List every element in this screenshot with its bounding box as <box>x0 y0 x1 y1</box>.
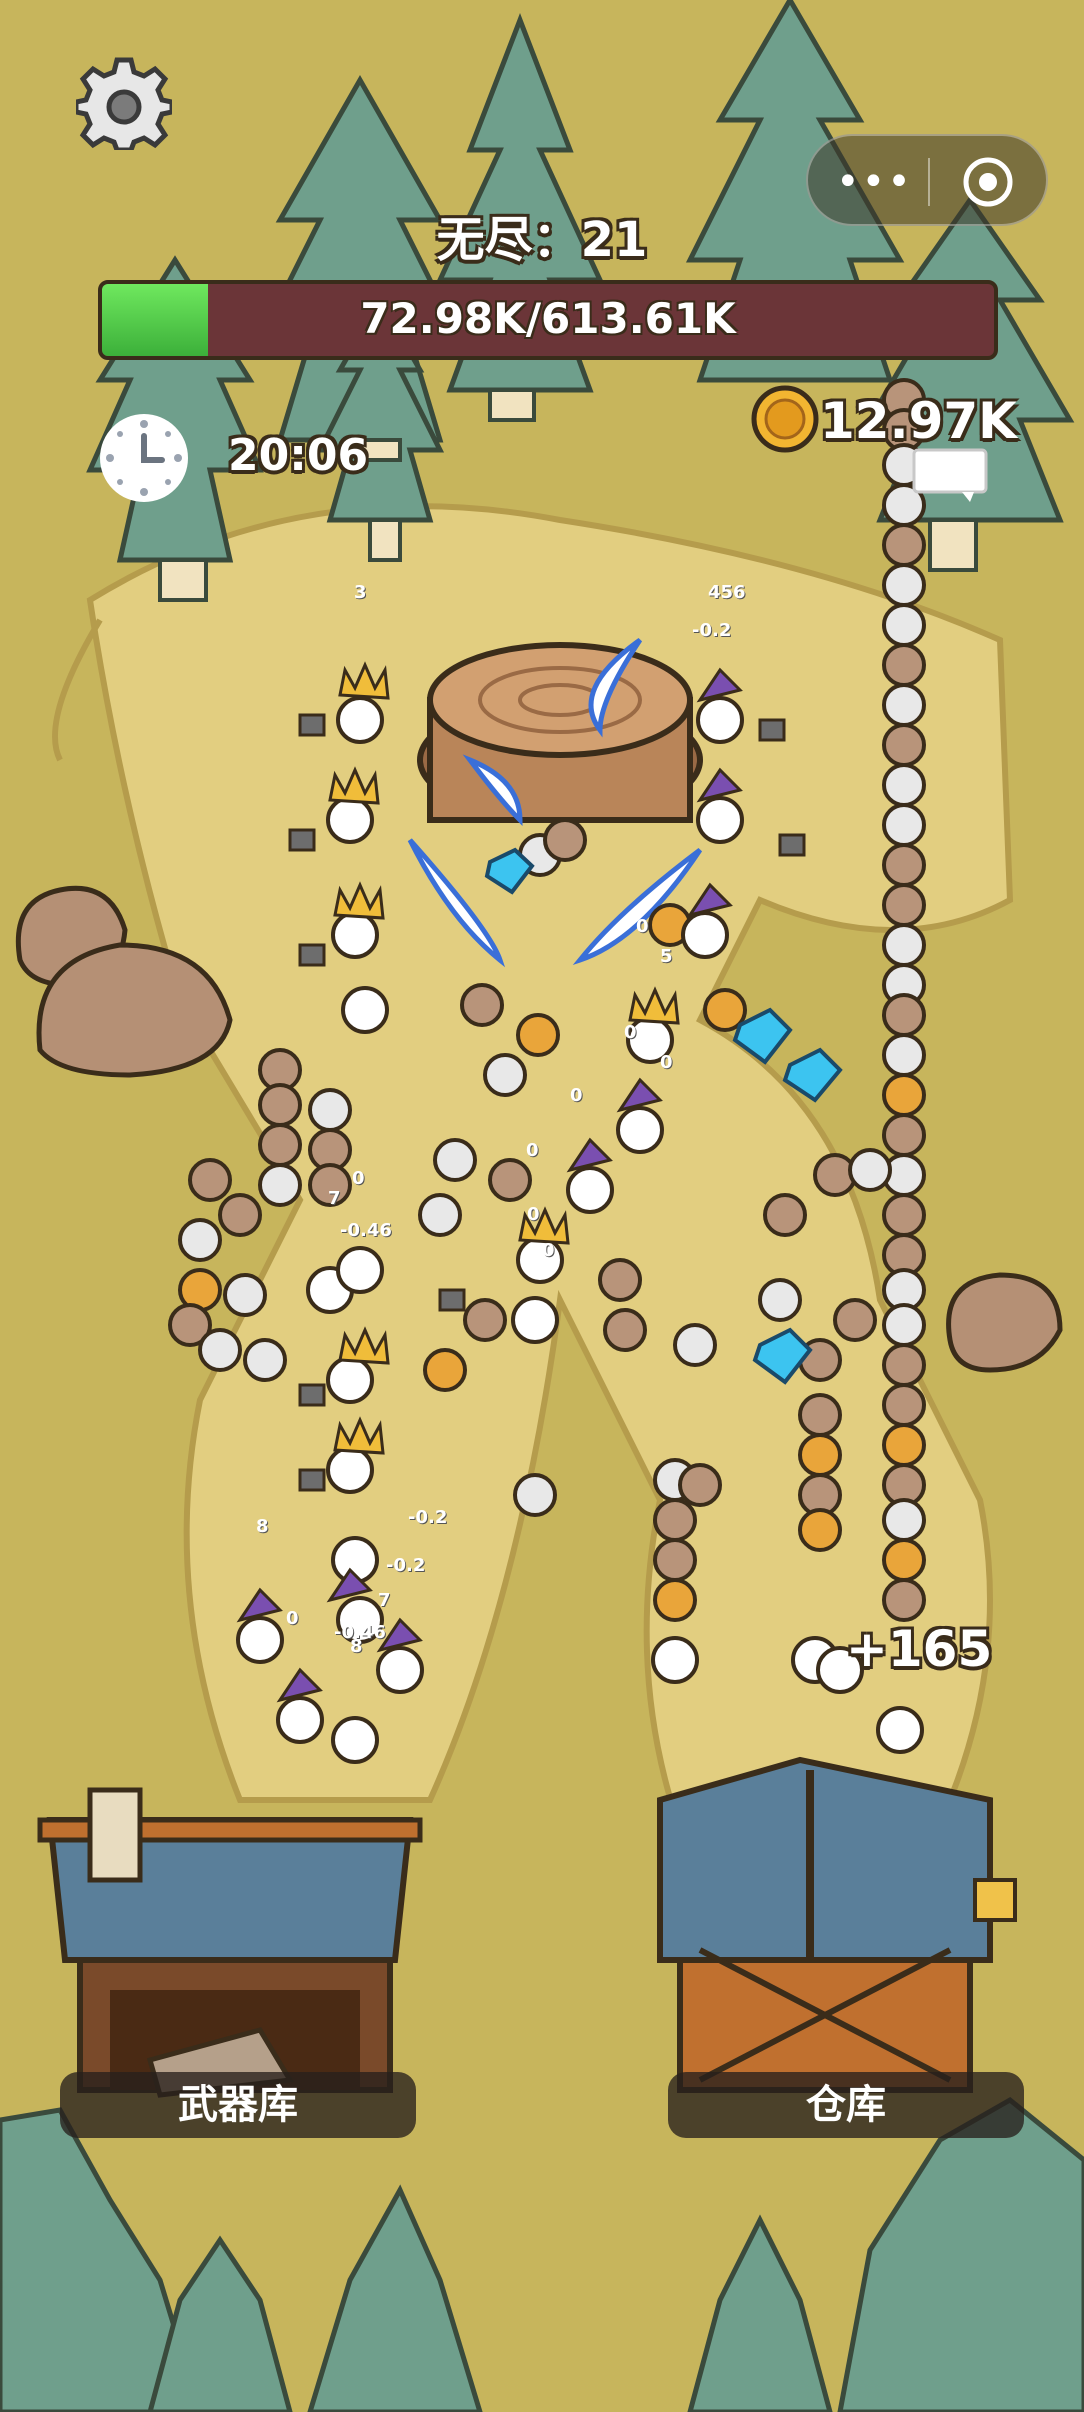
gold-coin-icon <box>750 384 820 454</box>
damage-number: 0 <box>624 1022 637 1043</box>
game-scene <box>0 0 1084 2412</box>
timer-text: 20:06 <box>228 430 369 481</box>
clock-icon <box>100 414 188 502</box>
damage-number: 7 <box>328 1188 341 1209</box>
damage-number: 0 <box>527 1204 540 1225</box>
damage-number: 7 <box>378 1590 391 1611</box>
warehouse-building[interactable] <box>657 1756 1017 2093</box>
boss-hp-text: 72.98K/613.61K <box>360 294 736 343</box>
tree-cluster-bottom <box>0 2096 1084 2412</box>
capsule-divider <box>928 158 930 206</box>
wave-label: 无尽：21 <box>436 212 648 268</box>
damage-number: 456 <box>708 582 746 603</box>
damage-number: 3 <box>354 582 367 603</box>
damage-number: 5 <box>660 946 673 967</box>
damage-number: 0 <box>542 1240 555 1261</box>
settings-button[interactable] <box>73 54 175 153</box>
damage-number: -0.2 <box>692 620 732 641</box>
chat-bubble-icon[interactable] <box>912 448 988 504</box>
damage-number: 0 <box>286 1608 299 1629</box>
boss-hp-bar: 72.98K/613.61K <box>98 280 998 360</box>
armory-button[interactable]: 武器库 <box>60 2072 416 2138</box>
damage-number: -0.2 <box>408 1507 448 1528</box>
coin-column <box>882 378 926 1622</box>
damage-number: 0 <box>570 1085 583 1106</box>
gear-icon <box>73 57 175 153</box>
damage-number: 8 <box>256 1516 269 1537</box>
bonus-popup: +165 <box>846 1620 993 1678</box>
damage-number: -0.2 <box>386 1555 426 1576</box>
damage-number: 0 <box>660 1052 673 1073</box>
damage-number: -0.46 <box>340 1220 392 1241</box>
armory-building[interactable] <box>37 1787 423 2098</box>
damage-number: 0 <box>352 1168 365 1189</box>
damage-number: 0 <box>636 916 649 937</box>
tree-stump-boss[interactable] <box>417 642 703 823</box>
damage-number: 8 <box>350 1636 363 1657</box>
damage-number: 0 <box>526 1140 539 1161</box>
timer <box>96 410 192 510</box>
gold-text: 12.97K <box>820 392 1017 450</box>
warehouse-button[interactable]: 仓库 <box>668 2072 1024 2138</box>
